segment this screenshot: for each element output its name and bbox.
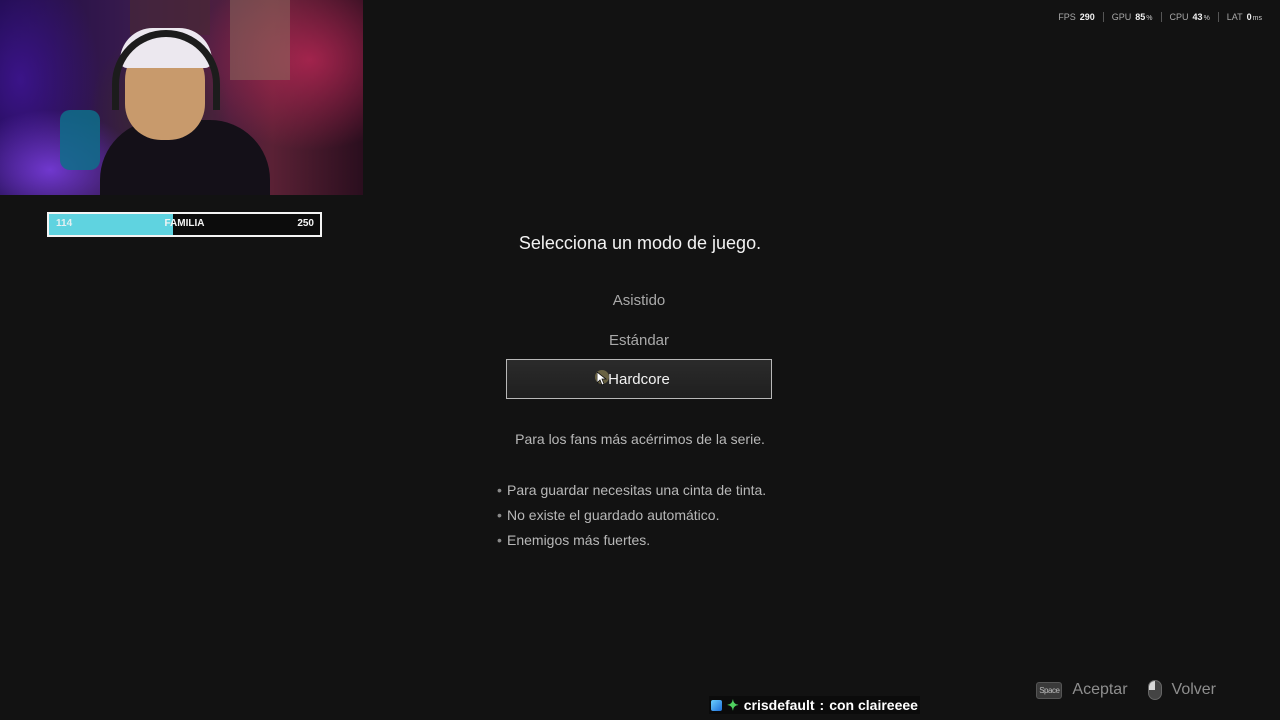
list-item: • Enemigos más fuertes. — [497, 532, 651, 548]
goal-target-value: 250 — [297, 218, 314, 229]
stat-fps: FPS 290 — [1050, 12, 1103, 22]
performance-stats: FPS 290 GPU 85 % CPU 43 % LAT 0 ms — [1050, 12, 1270, 22]
mode-option-label: Hardcore — [608, 370, 670, 388]
back-label: Volver — [1171, 681, 1216, 698]
mode-option-hardcore[interactable]: Hardcore — [506, 359, 772, 399]
stat-cpu: CPU 43 % — [1160, 12, 1218, 22]
stat-gpu-label: GPU — [1111, 12, 1132, 22]
mouse-cursor-icon — [595, 370, 609, 386]
menu-title: Selecciona un modo de juego. — [518, 233, 762, 253]
list-item-text: Enemigos más fuertes. — [507, 532, 651, 548]
stat-lat-unit: ms — [1252, 15, 1262, 22]
mouse-right-icon — [1147, 680, 1162, 700]
mode-option-label: Asistido — [612, 291, 666, 309]
mode-option-asistido[interactable]: Asistido — [506, 280, 772, 320]
accept-button[interactable]: Space Aceptar — [1036, 681, 1128, 699]
stat-gpu: GPU 85 % — [1102, 12, 1161, 22]
background-poster — [230, 0, 290, 80]
stat-cpu-value: 43 — [1192, 12, 1203, 22]
chat-message: ✦ crisdefault : con claireeee — [709, 696, 920, 714]
list-item: • Para guardar necesitas una cinta de tin… — [497, 482, 767, 498]
list-item: • No existe el guardado automático. — [497, 507, 720, 523]
stat-lat-label: LAT — [1226, 12, 1243, 22]
stat-gpu-unit: % — [1146, 15, 1153, 22]
stat-cpu-label: CPU — [1169, 12, 1189, 22]
stat-cpu-unit: % — [1203, 15, 1210, 22]
stat-fps-value: 290 — [1079, 12, 1095, 22]
list-item-text: Para guardar necesitas una cinta de tint… — [507, 482, 767, 498]
chat-username: crisdefault — [743, 697, 815, 713]
mode-option-label: Estándar — [608, 331, 670, 349]
mode-option-estandar[interactable]: Estándar — [506, 320, 772, 360]
accept-label: Aceptar — [1072, 681, 1128, 698]
webcam-overlay — [0, 0, 363, 195]
chat-separator: : — [819, 697, 825, 713]
chat-text: con claireeee — [829, 697, 918, 713]
goal-label: FAMILIA — [164, 218, 205, 229]
mode-description: Para los fans más acérrimos de la serie. — [515, 431, 765, 447]
control-hints: Space Aceptar Volver — [1036, 680, 1216, 700]
mode-details-list: • Para guardar necesitas una cinta de tin… — [497, 482, 766, 557]
sparkle-badge-icon: ✦ — [727, 697, 739, 713]
stat-lat-value: 0 — [1246, 12, 1252, 22]
list-item-text: No existe el guardado automático. — [507, 507, 720, 523]
stat-gpu-value: 85 — [1135, 12, 1146, 22]
cube-badge-icon — [711, 699, 722, 711]
stat-lat: LAT 0 ms — [1217, 12, 1270, 22]
microphone — [60, 110, 100, 170]
stat-fps-label: FPS — [1058, 12, 1076, 22]
back-button[interactable]: Volver — [1147, 680, 1216, 700]
space-key-icon: Space — [1036, 681, 1063, 699]
